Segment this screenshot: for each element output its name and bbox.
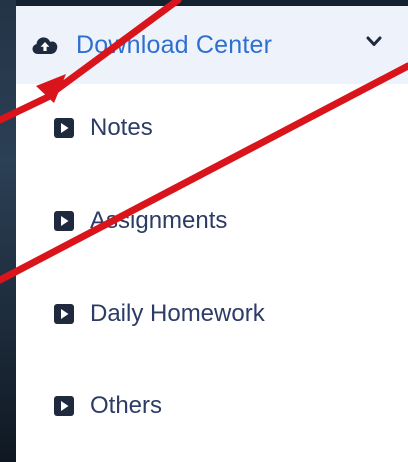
sidebar-left-edge <box>0 0 16 462</box>
download-center-menu-header[interactable]: Download Center <box>16 6 408 84</box>
menu-item-assignments[interactable]: Assignments <box>54 201 227 241</box>
play-square-icon <box>54 211 74 231</box>
menu-item-label: Others <box>90 392 163 419</box>
play-square-icon <box>54 396 74 416</box>
menu-item-label: Notes <box>90 114 153 141</box>
menu-item-notes[interactable]: Notes <box>54 108 153 148</box>
play-square-icon <box>54 304 74 324</box>
cloud-upload-icon <box>32 37 58 54</box>
play-square-icon <box>54 118 74 138</box>
menu-item-label: Daily Homework <box>90 300 265 327</box>
menu-item-label: Assignments <box>90 207 228 234</box>
menu-item-others[interactable]: Others <box>54 386 162 426</box>
chevron-down-icon[interactable] <box>366 36 382 48</box>
download-center-title: Download Center <box>76 30 273 59</box>
menu-item-daily-homework[interactable]: Daily Homework <box>54 294 265 334</box>
